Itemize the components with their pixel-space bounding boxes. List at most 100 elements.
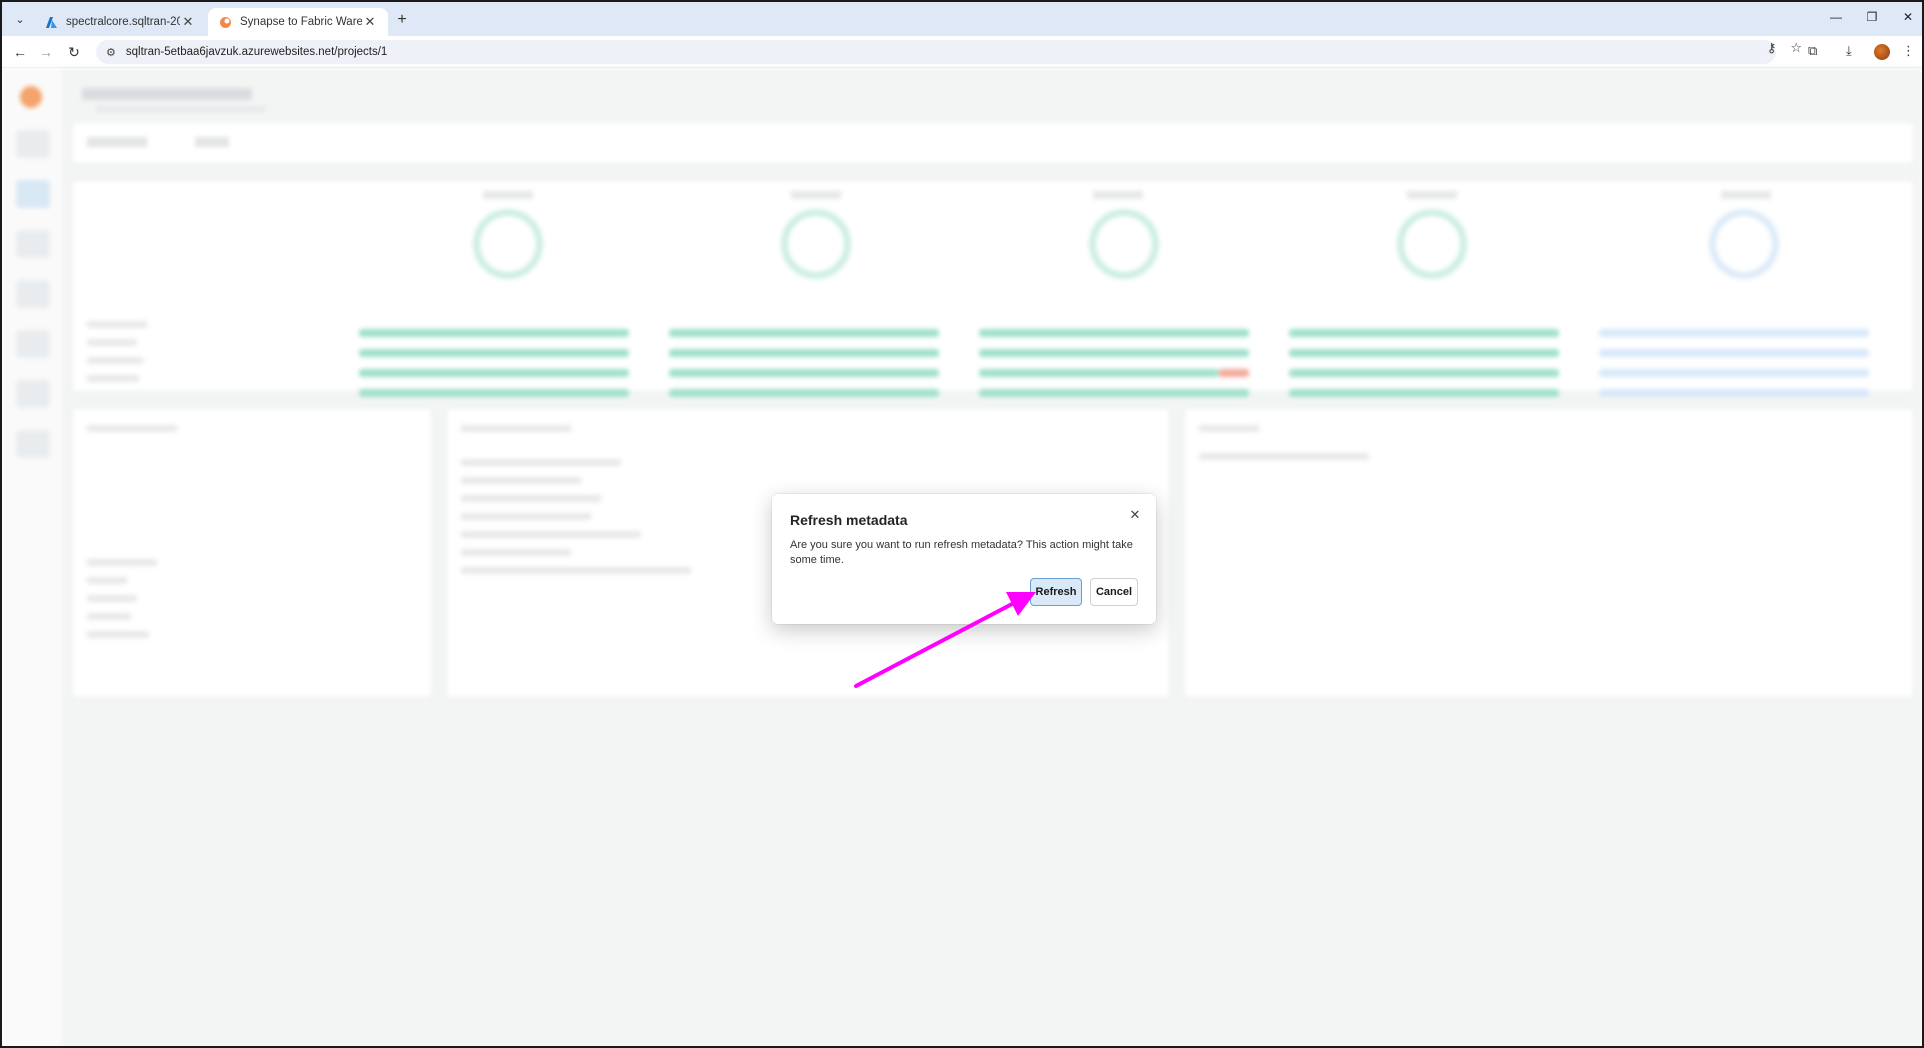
list-placeholder xyxy=(461,549,571,556)
sidebar-item xyxy=(16,180,50,208)
panel-title-placeholder xyxy=(1199,425,1259,432)
new-tab-button[interactable]: + xyxy=(392,11,412,29)
app-subtitle-placeholder xyxy=(96,106,266,112)
list-placeholder xyxy=(87,613,131,620)
list-placeholder xyxy=(87,595,137,602)
list-placeholder xyxy=(461,513,591,520)
browser-tab-azure[interactable]: spectralcore.sqltran-20250526 ✕ xyxy=(34,8,206,36)
sidebar-item xyxy=(16,430,50,458)
progress-gauge xyxy=(1397,209,1467,279)
password-key-icon[interactable]: ⚷ xyxy=(1767,40,1777,56)
progress-bar xyxy=(359,389,629,397)
progress-bar xyxy=(1289,349,1559,357)
profile-avatar[interactable] xyxy=(1874,44,1890,60)
progress-bar xyxy=(979,349,1249,357)
azure-icon xyxy=(44,15,58,29)
tab-title: Synapse to Fabric Warehouse C xyxy=(240,16,362,28)
list-placeholder xyxy=(461,477,581,484)
downloads-icon[interactable]: ⤓ xyxy=(1846,43,1852,59)
bottom-panel-left xyxy=(72,408,432,698)
omnibox-actions: ⚷ ☆ xyxy=(1767,40,1802,56)
sidebar-item xyxy=(16,380,50,408)
reload-icon[interactable]: ↻ xyxy=(64,43,84,61)
progress-bar xyxy=(1599,389,1869,397)
progress-bar xyxy=(669,369,939,377)
close-tab-icon[interactable]: ✕ xyxy=(362,14,378,30)
panel-title-placeholder xyxy=(461,425,571,432)
progress-bar xyxy=(979,389,1249,397)
progress-bar xyxy=(669,389,939,397)
list-placeholder xyxy=(461,567,691,574)
progress-bar-error xyxy=(1219,369,1249,377)
gauge-title xyxy=(791,191,841,199)
browser-toolbar: ← → ↻ ⚙ sqltran-5etbaa6javzuk.azurewebsi… xyxy=(2,36,1922,68)
progress-bar xyxy=(1289,389,1559,397)
progress-bar xyxy=(669,329,939,337)
gauge-title xyxy=(1093,191,1143,199)
progress-gauge xyxy=(1709,209,1779,279)
close-window-icon[interactable]: ✕ xyxy=(1898,10,1918,24)
list-placeholder xyxy=(87,631,149,638)
site-info-icon[interactable]: ⚙ xyxy=(106,46,116,59)
legend-placeholder xyxy=(87,321,147,328)
progress-bar xyxy=(1599,349,1869,357)
list-placeholder xyxy=(87,577,127,584)
stats-panel xyxy=(72,180,1914,397)
progress-gauge xyxy=(781,209,851,279)
progress-bar xyxy=(979,329,1249,337)
refresh-button[interactable]: Refresh xyxy=(1030,578,1082,606)
close-icon[interactable]: ✕ xyxy=(1126,506,1144,524)
progress-bar xyxy=(1599,369,1869,377)
sidebar-item xyxy=(16,330,50,358)
progress-bar xyxy=(359,349,629,357)
url-text: sqltran-5etbaa6javzuk.azurewebsites.net/… xyxy=(125,46,388,58)
gauge-title xyxy=(483,191,533,199)
cancel-button[interactable]: Cancel xyxy=(1090,578,1138,606)
filter-row xyxy=(72,122,1914,164)
panel-title-placeholder xyxy=(87,425,177,432)
list-placeholder xyxy=(461,495,601,502)
progress-bar xyxy=(359,369,629,377)
progress-gauge xyxy=(1089,209,1159,279)
gauge-title xyxy=(1407,191,1457,199)
sqltran-logo-icon xyxy=(218,15,232,29)
browser-tabstrip: ⌄ spectralcore.sqltran-20250526 ✕ Synaps… xyxy=(2,2,1922,36)
address-bar[interactable]: ⚙ sqltran-5etbaa6javzuk.azurewebsites.ne… xyxy=(96,40,1776,64)
tab-title: spectralcore.sqltran-20250526 xyxy=(66,16,180,28)
progress-gauge xyxy=(473,209,543,279)
app-sidebar xyxy=(2,68,64,1046)
close-tab-icon[interactable]: ✕ xyxy=(180,14,196,30)
forward-icon[interactable]: → xyxy=(36,43,56,61)
tab-search-chevron-icon[interactable]: ⌄ xyxy=(10,9,30,29)
sidebar-item xyxy=(16,280,50,308)
filter-placeholder xyxy=(87,137,147,147)
gauge-title xyxy=(1721,191,1771,199)
progress-bar xyxy=(1289,329,1559,337)
legend-placeholder xyxy=(87,339,137,346)
sidebar-item xyxy=(16,130,50,158)
extensions-icon[interactable]: ⧉ xyxy=(1808,43,1817,59)
restore-icon[interactable]: ❐ xyxy=(1862,10,1882,24)
list-placeholder xyxy=(461,459,621,466)
bookmark-star-icon[interactable]: ☆ xyxy=(1790,40,1802,56)
list-placeholder xyxy=(461,531,641,538)
dialog-title: Refresh metadata xyxy=(790,512,908,528)
screen: ⌄ spectralcore.sqltran-20250526 ✕ Synaps… xyxy=(0,0,1924,1048)
progress-bar xyxy=(1599,329,1869,337)
browser-menu-icon[interactable]: ⋮ xyxy=(1902,43,1915,59)
progress-bar xyxy=(1289,369,1559,377)
list-placeholder xyxy=(1199,453,1369,460)
minimize-icon[interactable]: — xyxy=(1826,10,1846,24)
legend-placeholder xyxy=(87,357,143,364)
progress-bar xyxy=(669,349,939,357)
dialog-message: Are you sure you want to run refresh met… xyxy=(790,539,1133,566)
filter-placeholder xyxy=(195,137,229,147)
progress-bar xyxy=(979,369,1219,377)
list-placeholder xyxy=(87,559,157,566)
legend-placeholder xyxy=(87,375,139,382)
back-icon[interactable]: ← xyxy=(10,43,30,61)
app-logo-icon xyxy=(20,86,42,108)
sidebar-item xyxy=(16,230,50,258)
browser-tab-synapse[interactable]: Synapse to Fabric Warehouse C ✕ xyxy=(208,8,388,36)
bottom-panel-right xyxy=(1184,408,1914,698)
